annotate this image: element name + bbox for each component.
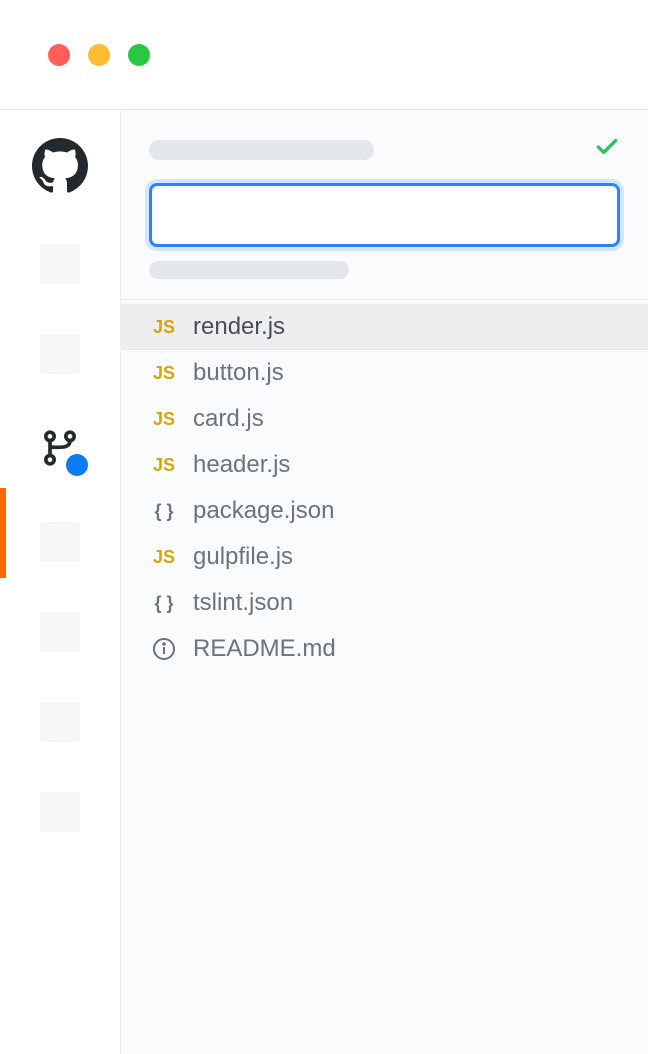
js-file-icon: JS — [149, 409, 179, 430]
file-row[interactable]: JS gulpfile.js — [121, 534, 648, 580]
main: JS render.js JS button.js JS card.js JS header.… — [0, 110, 648, 1054]
file-row[interactable]: { } tslint.json — [121, 580, 648, 626]
file-row[interactable]: README.md — [121, 626, 648, 672]
panel-header — [121, 110, 648, 299]
file-list: JS render.js JS button.js JS card.js JS header.… — [121, 299, 648, 672]
close-window-button[interactable] — [48, 44, 70, 66]
file-name: card.js — [193, 405, 264, 433]
file-name: tslint.json — [193, 589, 293, 617]
js-file-icon: JS — [149, 455, 179, 476]
file-name: button.js — [193, 359, 284, 387]
activity-item-placeholder[interactable] — [40, 612, 80, 652]
activity-item-placeholder[interactable] — [40, 522, 80, 562]
file-name: header.js — [193, 451, 290, 479]
file-row[interactable]: JS header.js — [121, 442, 648, 488]
maximize-window-button[interactable] — [128, 44, 150, 66]
file-name: README.md — [193, 635, 336, 663]
source-control-badge — [66, 454, 88, 476]
file-row[interactable]: JS card.js — [121, 396, 648, 442]
file-name: render.js — [193, 313, 285, 341]
file-name: package.json — [193, 497, 334, 525]
github-icon[interactable] — [32, 138, 88, 194]
js-file-icon: JS — [149, 317, 179, 338]
commit-message-input[interactable] — [149, 183, 620, 247]
file-row[interactable]: JS render.js — [121, 304, 648, 350]
panel-subtitle-placeholder — [149, 261, 349, 279]
check-icon[interactable] — [594, 134, 620, 165]
commit-message-field[interactable] — [152, 186, 617, 244]
panel: JS render.js JS button.js JS card.js JS header.… — [120, 110, 648, 1054]
js-file-icon: JS — [149, 363, 179, 384]
js-file-icon: JS — [149, 547, 179, 568]
activity-item-placeholder[interactable] — [40, 792, 80, 832]
json-file-icon: { } — [149, 593, 179, 614]
file-row[interactable]: { } package.json — [121, 488, 648, 534]
panel-title-placeholder — [149, 140, 374, 160]
activity-bar — [0, 110, 120, 1054]
minimize-window-button[interactable] — [88, 44, 110, 66]
file-row[interactable]: JS button.js — [121, 350, 648, 396]
file-name: gulpfile.js — [193, 543, 293, 571]
activity-item-placeholder[interactable] — [40, 702, 80, 742]
activity-item-placeholder[interactable] — [40, 334, 80, 374]
titlebar — [0, 0, 648, 110]
activity-item-placeholder[interactable] — [40, 244, 80, 284]
active-tab-indicator — [0, 488, 6, 578]
source-control-button[interactable] — [36, 424, 84, 472]
info-file-icon — [149, 637, 179, 661]
json-file-icon: { } — [149, 501, 179, 522]
